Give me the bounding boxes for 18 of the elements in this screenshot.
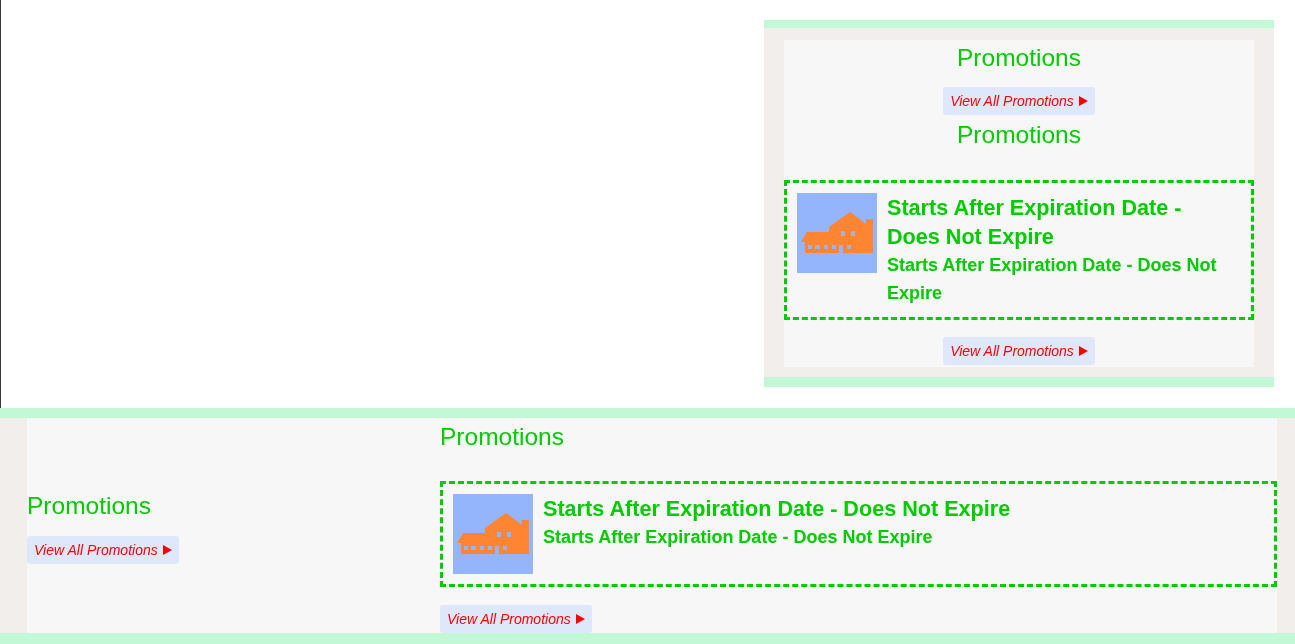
promotion-title: Starts After Expiration Date - Does Not Expire [543, 495, 1011, 523]
promotion-description: Starts After Expiration Date - Does Not Expire [543, 526, 933, 549]
section-heading: Promotions [957, 121, 1081, 149]
triangle-icon [162, 544, 172, 555]
view-all-button[interactable]: View All Promotions [27, 535, 179, 564]
promotion-description: Starts After Expiration Date - Does Not Expire [887, 254, 1218, 305]
triangle-icon [575, 614, 585, 624]
view-all-button[interactable]: View All Promotions [943, 337, 1095, 365]
section-heading: Promotions [440, 423, 564, 451]
triangle-icon [1078, 346, 1088, 356]
triangle-icon [1078, 96, 1088, 106]
section-heading: Promotions [27, 491, 151, 520]
section-heading: Promotions [957, 44, 1081, 72]
view-all-button[interactable]: View All Promotions [943, 87, 1095, 115]
promotion-title: Starts After Expiration Date - Does Not Expire [887, 194, 1183, 251]
house-icon [453, 494, 533, 574]
house-icon [797, 193, 877, 273]
view-all-button[interactable]: View All Promotions [440, 605, 592, 633]
